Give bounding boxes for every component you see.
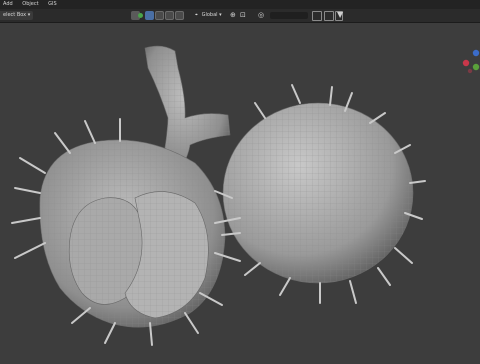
chestnut-mesh-model[interactable] — [11, 45, 426, 346]
viewport-canvas — [11, 45, 480, 346]
navigation-gizmo-icon[interactable] — [462, 49, 480, 74]
viewport-display-icon[interactable] — [312, 11, 322, 21]
transform-orientation-icon: ⌖ — [195, 12, 198, 18]
edge-select-icon[interactable] — [155, 11, 164, 20]
vertex-select-icon[interactable] — [145, 11, 154, 20]
material-preview-icon[interactable] — [138, 13, 143, 18]
snap-icon[interactable]: ⊡ — [240, 11, 246, 20]
header-toolbar: elect Box ▾ ⌖ Global ▾ ⊕ ⊡ ◎ ▼ — [0, 9, 480, 23]
search-field[interactable] — [270, 12, 308, 19]
menu-gis[interactable]: GIS — [48, 0, 57, 9]
orientation-dropdown[interactable]: ⌖ Global ▾ — [195, 11, 223, 20]
filter-icon[interactable]: ▼ — [337, 10, 343, 20]
orientation-label: Global — [201, 12, 218, 18]
select-mode-dropdown[interactable]: elect Box ▾ — [0, 11, 34, 20]
proportional-edit-icon[interactable]: ◎ — [258, 11, 264, 20]
xray-icon[interactable] — [175, 11, 184, 20]
select-mode-label: elect Box — [3, 12, 27, 18]
face-select-icon[interactable] — [165, 11, 174, 20]
chevron-down-icon: ▾ — [219, 12, 222, 18]
menu-bar: Add Object GIS — [0, 0, 480, 9]
pivot-point-icon[interactable]: ⊕ — [230, 11, 236, 20]
overlay-icon[interactable] — [324, 11, 334, 21]
3d-viewport[interactable] — [0, 23, 480, 360]
menu-add[interactable]: Add — [3, 0, 13, 9]
menu-object[interactable]: Object — [22, 0, 38, 9]
